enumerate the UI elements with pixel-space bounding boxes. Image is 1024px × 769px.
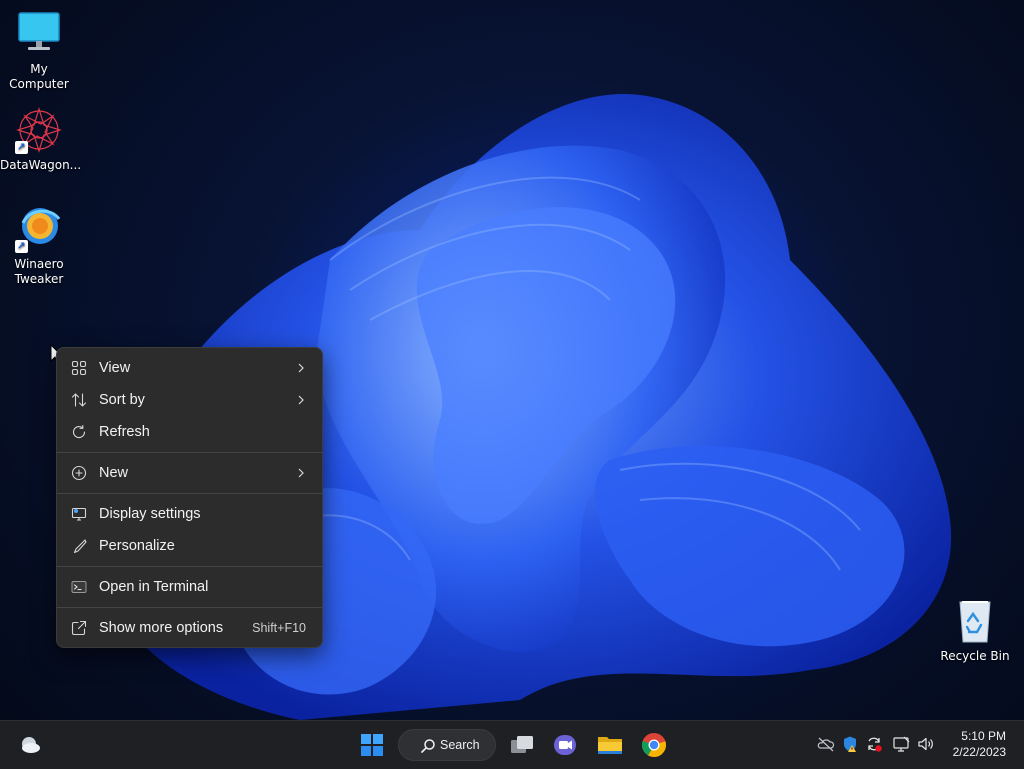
cloud-weather-icon: [22, 737, 40, 753]
menu-item-label: New: [99, 465, 129, 481]
menu-item-label: Sort by: [99, 392, 145, 408]
menu-item-personalize[interactable]: Personalize: [61, 530, 318, 562]
taskbar: Search 5:10 PM 2/22/2023: [0, 720, 1024, 769]
desktop-context-menu: View Sort by Refresh New Display setting…: [56, 347, 323, 648]
grid-icon: [71, 360, 87, 376]
onedrive-icon[interactable]: [817, 735, 835, 753]
file-explorer-button[interactable]: [595, 729, 625, 761]
chat-icon: [554, 735, 576, 755]
menu-item-new[interactable]: New: [61, 457, 318, 489]
desktop-icon-label: Recycle Bin: [940, 649, 1010, 663]
terminal-icon: [71, 581, 87, 593]
menu-separator: [57, 493, 322, 494]
recycle-bin-icon: [951, 597, 999, 645]
menu-item-display-settings[interactable]: Display settings: [61, 498, 318, 530]
menu-item-open-in-terminal[interactable]: Open in Terminal: [61, 571, 318, 603]
winaero-tweaker-icon: ↗: [15, 205, 63, 253]
keyboard-shortcut: Shift+F10: [252, 621, 306, 635]
desktop-icon-datawagon[interactable]: ↗ DataWagon...: [0, 106, 82, 173]
sort-icon: [71, 393, 87, 407]
desktop-icon-winaero-tweaker[interactable]: ↗ Winaero Tweaker: [0, 205, 78, 287]
desktop-icon-recycle-bin[interactable]: Recycle Bin: [936, 597, 1014, 664]
shortcut-arrow-icon: ↗: [15, 240, 28, 253]
shortcut-arrow-icon: ↗: [15, 141, 28, 154]
menu-item-view[interactable]: View: [61, 352, 318, 384]
task-view-icon: [511, 736, 533, 753]
display-icon: [71, 507, 87, 521]
refresh-icon: [72, 424, 86, 439]
start-button[interactable]: [356, 729, 388, 761]
volume-icon[interactable]: [917, 735, 935, 753]
menu-item-label: Display settings: [99, 506, 201, 522]
datawagon-logo-icon: ↗: [15, 106, 63, 154]
chevron-right-icon: [298, 468, 304, 478]
teams-chat-button[interactable]: [551, 729, 579, 761]
chrome-button[interactable]: [639, 729, 669, 761]
menu-separator: [57, 566, 322, 567]
chevron-right-icon: [298, 395, 304, 405]
menu-item-label: Refresh: [99, 424, 150, 440]
menu-item-label: View: [99, 360, 131, 376]
defender-icon[interactable]: [841, 735, 859, 753]
computer-icon: [15, 10, 63, 58]
clock-date: 2/22/2023: [952, 745, 1006, 759]
menu-item-label: Open in Terminal: [99, 579, 209, 595]
search-icon: [421, 739, 435, 753]
menu-separator: [57, 607, 322, 608]
sync-icon[interactable]: [865, 735, 883, 753]
desktop-icon-my-computer[interactable]: My Computer: [0, 10, 78, 92]
taskbar-clock[interactable]: 5:10 PM 2/22/2023: [953, 728, 1006, 760]
chevron-right-icon: [298, 363, 304, 373]
menu-item-label: Personalize: [99, 538, 175, 554]
brush-icon: [73, 539, 87, 554]
menu-separator: [57, 452, 322, 453]
chrome-icon: [641, 733, 666, 757]
menu-item-sort-by[interactable]: Sort by: [61, 384, 318, 416]
task-view-button[interactable]: [508, 729, 536, 761]
clock-time: 5:10 PM: [961, 729, 1006, 743]
menu-item-label: Show more options: [99, 620, 224, 636]
desktop-icon-label: Winaero Tweaker: [14, 257, 64, 286]
weather-widget-button[interactable]: [14, 729, 44, 761]
network-icon[interactable]: [892, 735, 910, 753]
menu-item-show-more-options[interactable]: Show more options Shift+F10: [61, 612, 318, 644]
plus-circle-icon: [71, 465, 87, 481]
windows-logo-icon: [361, 734, 383, 756]
share-icon: [71, 620, 87, 636]
desktop-icon-label: DataWagon...: [0, 158, 82, 172]
search-label: Search: [440, 738, 480, 752]
taskbar-search-button[interactable]: Search: [398, 729, 496, 761]
desktop-icon-label: My Computer: [9, 62, 69, 91]
folder-icon: [598, 737, 622, 754]
menu-item-refresh[interactable]: Refresh: [61, 416, 318, 448]
